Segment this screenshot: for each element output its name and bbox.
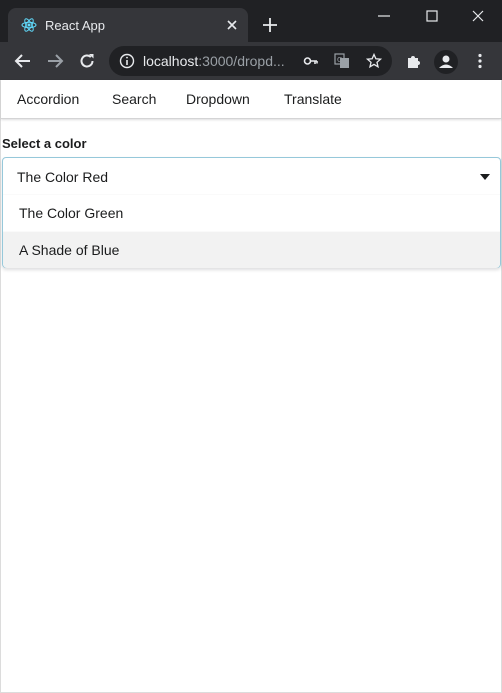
info-icon[interactable] <box>119 53 135 69</box>
key-icon[interactable] <box>303 53 319 69</box>
puzzle-icon[interactable] <box>405 52 423 70</box>
plus-icon[interactable] <box>261 16 279 34</box>
nav-item-dropdown[interactable]: Dropdown <box>186 91 250 107</box>
color-dropdown[interactable]: The Color Red The Color Green A Shade of… <box>2 157 501 268</box>
reload-icon[interactable] <box>78 52 96 70</box>
close-icon[interactable] <box>224 17 240 33</box>
back-arrow-icon[interactable] <box>14 52 32 70</box>
url-text: localhost:3000/dropd... <box>143 53 285 69</box>
nav-item-translate[interactable]: Translate <box>284 91 342 107</box>
caret-down-icon <box>480 174 490 180</box>
svg-text:G: G <box>337 56 342 64</box>
dropdown-selected-value: The Color Red <box>17 169 109 185</box>
browser-titlebar: React App <box>0 0 502 42</box>
translate-icon[interactable]: G <box>334 53 350 69</box>
nav-menu: Accordion Search Dropdown Translate <box>1 80 501 119</box>
tab-title: React App <box>45 18 105 33</box>
minimize-icon[interactable] <box>374 6 394 26</box>
page-content: Accordion Search Dropdown Translate Sele… <box>0 80 502 693</box>
option-label: A Shade of Blue <box>19 242 120 258</box>
forward-arrow-icon[interactable] <box>46 52 64 70</box>
url-path: :3000/dropd... <box>198 53 285 69</box>
address-bar[interactable]: localhost:3000/dropd... G <box>109 46 392 76</box>
option-label: The Color Green <box>19 205 124 221</box>
react-icon <box>21 18 37 32</box>
browser-tab[interactable]: React App <box>8 8 248 42</box>
field-label: Select a color <box>2 136 87 151</box>
avatar[interactable] <box>434 50 458 74</box>
browser-toolbar: localhost:3000/dropd... G <box>0 42 502 80</box>
star-icon[interactable] <box>366 53 382 69</box>
account-icon <box>439 55 453 68</box>
maximize-icon[interactable] <box>422 6 442 26</box>
dropdown-option[interactable]: The Color Green <box>3 194 500 231</box>
more-vert-icon[interactable] <box>471 52 489 70</box>
url-host: localhost <box>143 53 199 69</box>
nav-item-accordion[interactable]: Accordion <box>17 91 79 107</box>
window-close-icon[interactable] <box>468 6 488 26</box>
nav-item-search[interactable]: Search <box>112 91 156 107</box>
dropdown-option[interactable]: A Shade of Blue <box>3 231 500 268</box>
